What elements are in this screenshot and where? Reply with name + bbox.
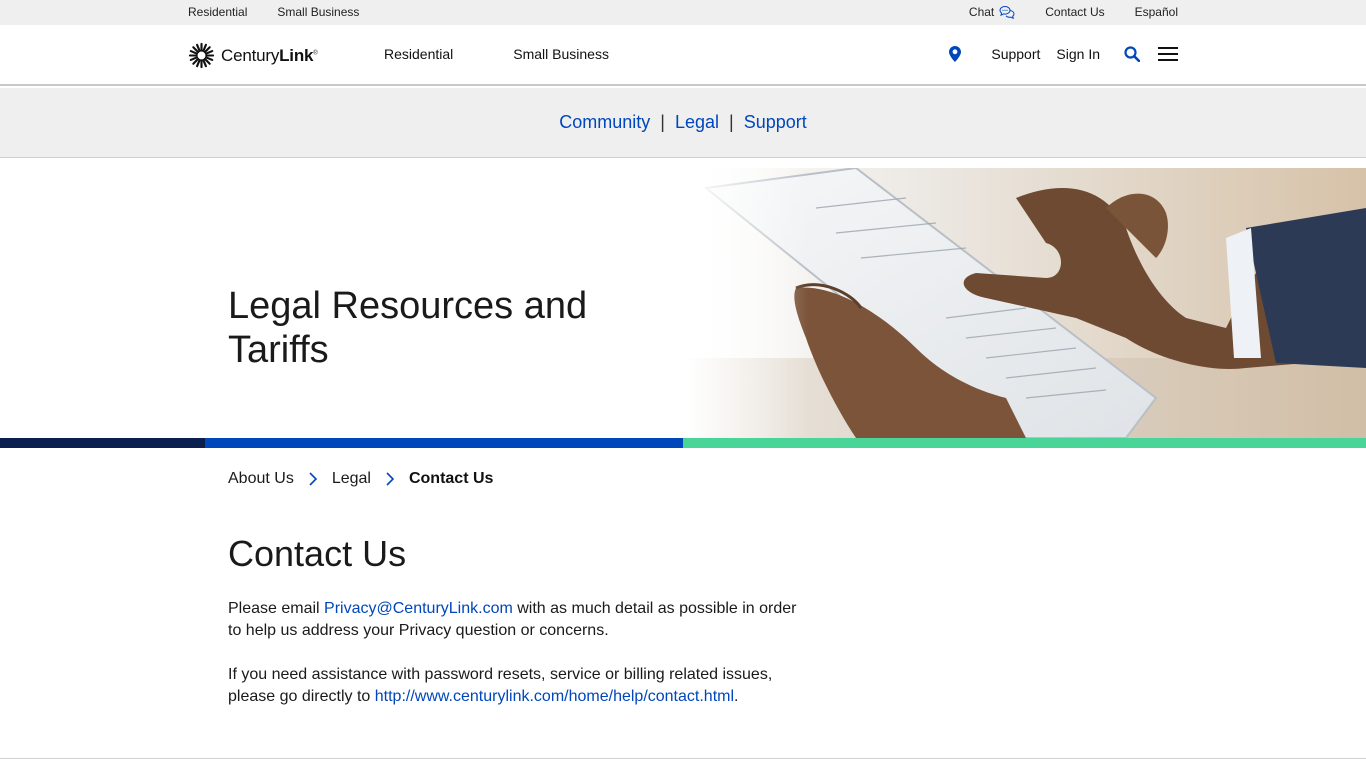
sub-nav-legal[interactable]: Legal	[675, 112, 719, 133]
chat-link[interactable]: Chat	[969, 5, 1015, 19]
chat-label: Chat	[968, 5, 995, 19]
utility-link-residential[interactable]: Residential	[188, 5, 247, 19]
help-contact-url-link[interactable]: http://www.centurylink.com/home/help/con…	[375, 688, 734, 705]
utility-left-links: Residential Small Business	[188, 5, 359, 19]
privacy-email-paragraph: Please email Privacy@CenturyLink.com wit…	[228, 598, 808, 642]
utility-right-links: Chat Contact Us Español	[969, 5, 1178, 19]
privacy-email-link[interactable]: Privacy@CenturyLink.com	[324, 600, 513, 617]
location-pin-icon[interactable]	[949, 46, 962, 62]
breadcrumb-legal[interactable]: Legal	[332, 470, 371, 488]
centurylink-burst-icon	[188, 42, 215, 69]
hero-title: Legal Resources and Tariffs	[228, 285, 588, 371]
main-header: CenturyLink® Residential Small Business …	[0, 25, 1366, 86]
chevron-right-icon	[386, 472, 395, 486]
hero-banner: Legal Resources and Tariffs	[0, 168, 1366, 438]
sub-nav-community[interactable]: Community	[559, 112, 650, 133]
accent-stripe-green	[683, 438, 1366, 448]
sub-nav-separator: |	[660, 112, 665, 132]
search-icon[interactable]	[1124, 46, 1140, 62]
nav-residential[interactable]: Residential	[384, 46, 453, 62]
page-title: Contact Us	[228, 533, 407, 574]
support-link[interactable]: Support	[991, 46, 1040, 62]
accent-stripe-blue	[205, 438, 683, 448]
para1-text-prefix: Please email	[228, 600, 325, 617]
header-actions: Support Sign In	[949, 42, 1178, 66]
assistance-paragraph: If you need assistance with password res…	[228, 664, 808, 708]
primary-nav: Residential Small Business	[384, 46, 609, 62]
para2-text-suffix: .	[734, 688, 739, 705]
chevron-right-icon	[309, 472, 317, 486]
chat-bubble-icon	[999, 5, 1015, 19]
centurylink-logo[interactable]: CenturyLink®	[188, 42, 318, 69]
utility-contact-us-link[interactable]: Contact Us	[1045, 5, 1104, 19]
breadcrumb-current-contact-us: Contact Us	[408, 470, 494, 487]
utility-link-small-business[interactable]: Small Business	[277, 5, 359, 19]
hamburger-menu-icon[interactable]	[1158, 47, 1178, 61]
utility-bar: Residential Small Business Chat Contact …	[0, 0, 1366, 25]
sub-nav-support[interactable]: Support	[744, 112, 807, 133]
breadcrumb-about-us[interactable]: About Us	[228, 470, 294, 488]
accent-stripe-navy	[0, 438, 205, 448]
section-sub-nav: Community | Legal | Support	[0, 88, 1366, 158]
nav-small-business[interactable]: Small Business	[513, 46, 609, 62]
brand-wordmark: CenturyLink®	[221, 45, 318, 65]
language-espanol-link[interactable]: Español	[1135, 5, 1178, 19]
footer-divider	[0, 758, 1366, 759]
sign-in-link[interactable]: Sign In	[1056, 46, 1100, 62]
hero-photo-tablet-hands	[686, 168, 1366, 438]
breadcrumb: About Us Legal Contact Us	[228, 470, 493, 488]
sub-nav-separator: |	[729, 112, 734, 132]
